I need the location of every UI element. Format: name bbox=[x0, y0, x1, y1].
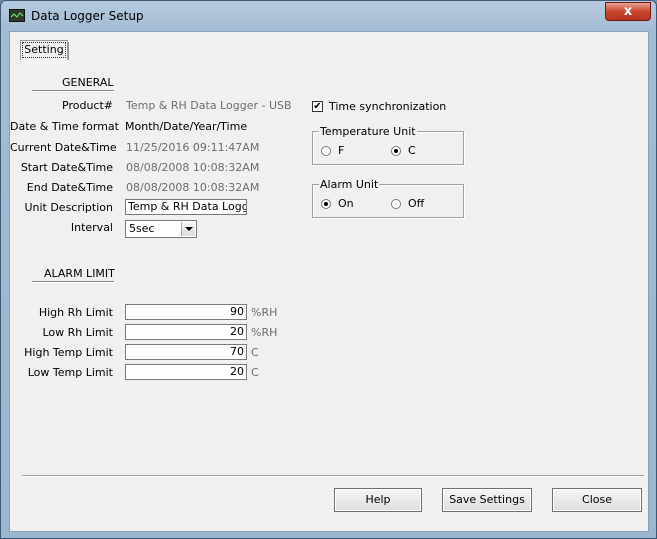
end-datetime-label: End Date&Time bbox=[26, 181, 113, 194]
general-section-underline bbox=[32, 90, 114, 91]
help-button[interactable]: Help bbox=[334, 488, 422, 512]
radio-dot-icon bbox=[394, 149, 398, 153]
help-button-label: Help bbox=[365, 493, 391, 506]
start-datetime-value: 08/08/2008 10:08:32AM bbox=[126, 161, 260, 174]
time-sync-checkbox[interactable]: ✔ bbox=[312, 101, 323, 112]
interval-label: Interval bbox=[70, 221, 113, 234]
product-value: Temp & RH Data Logger - USB bbox=[126, 99, 292, 112]
temp-unit-f-radio[interactable] bbox=[321, 146, 331, 156]
button-area-divider bbox=[22, 475, 644, 476]
unit-description-input[interactable]: Temp & RH Data Logger bbox=[125, 199, 247, 215]
save-settings-button[interactable]: Save Settings bbox=[442, 488, 532, 512]
alarm-on-label: On bbox=[338, 197, 354, 210]
window-title: Data Logger Setup bbox=[31, 9, 144, 23]
close-button[interactable]: Close bbox=[552, 488, 642, 512]
high-rh-limit-label: High Rh Limit bbox=[38, 306, 113, 319]
interval-select-value: 5sec bbox=[129, 222, 155, 235]
current-datetime-value: 11/25/2016 09:11:47AM bbox=[126, 141, 260, 154]
temp-unit-f-label: F bbox=[338, 144, 345, 157]
app-icon bbox=[9, 9, 25, 22]
interval-select[interactable]: 5sec bbox=[125, 220, 197, 238]
tab-focus-rect bbox=[22, 42, 66, 58]
high-temp-limit-unit: C bbox=[251, 346, 259, 359]
low-temp-limit-unit: C bbox=[251, 366, 259, 379]
datetime-format-label: Date & Time format bbox=[10, 120, 119, 133]
product-label: Product# bbox=[62, 99, 113, 112]
high-rh-limit-input[interactable]: 90 bbox=[125, 304, 247, 320]
save-settings-button-label: Save Settings bbox=[449, 493, 525, 506]
alarm-unit-group: Alarm Unit On Off bbox=[312, 178, 464, 218]
alarm-limit-section-underline bbox=[32, 281, 114, 282]
alarm-on-radio[interactable] bbox=[321, 199, 331, 209]
dialog-client-area: Setting GENERAL Product# Temp & RH Data … bbox=[9, 31, 649, 532]
checkmark-icon: ✔ bbox=[313, 101, 322, 112]
temp-unit-c-radio[interactable] bbox=[391, 146, 401, 156]
close-button-label: Close bbox=[582, 493, 612, 506]
alarm-off-label: Off bbox=[408, 197, 425, 210]
tab-separator bbox=[68, 42, 69, 60]
radio-dot-icon bbox=[324, 202, 328, 206]
high-rh-limit-unit: %RH bbox=[251, 306, 278, 319]
time-sync-label: Time synchronization bbox=[329, 100, 447, 113]
high-temp-limit-input[interactable]: 70 bbox=[125, 344, 247, 360]
low-temp-limit-input[interactable]: 20 bbox=[125, 364, 247, 380]
close-icon: x bbox=[623, 4, 633, 19]
low-temp-limit-label: Low Temp Limit bbox=[27, 366, 113, 379]
end-datetime-value: 08/08/2008 10:08:32AM bbox=[126, 181, 260, 194]
start-datetime-label: Start Date&Time bbox=[20, 161, 113, 174]
title-bar[interactable]: Data Logger Setup x bbox=[1, 1, 656, 31]
alarm-limit-section-title: ALARM LIMIT bbox=[44, 267, 115, 280]
current-datetime-label: Current Date&Time bbox=[10, 141, 117, 154]
low-rh-limit-input[interactable]: 20 bbox=[125, 324, 247, 340]
datetime-format-value: Month/Date/Year/Time bbox=[125, 120, 248, 133]
temperature-unit-title: Temperature Unit bbox=[319, 125, 417, 138]
alarm-unit-title: Alarm Unit bbox=[319, 178, 380, 191]
temperature-unit-group: Temperature Unit F C bbox=[312, 125, 464, 165]
close-window-button[interactable]: x bbox=[605, 2, 651, 21]
dialog-window: Data Logger Setup x Setting GENERAL Prod… bbox=[0, 0, 657, 539]
temp-unit-c-label: C bbox=[408, 144, 416, 157]
alarm-off-radio[interactable] bbox=[391, 199, 401, 209]
high-temp-limit-label: High Temp Limit bbox=[24, 346, 113, 359]
unit-description-label: Unit Description bbox=[24, 201, 113, 214]
low-rh-limit-label: Low Rh Limit bbox=[42, 326, 113, 339]
general-section-title: GENERAL bbox=[62, 76, 114, 89]
chevron-down-icon[interactable] bbox=[181, 222, 195, 236]
low-rh-limit-unit: %RH bbox=[251, 326, 278, 339]
